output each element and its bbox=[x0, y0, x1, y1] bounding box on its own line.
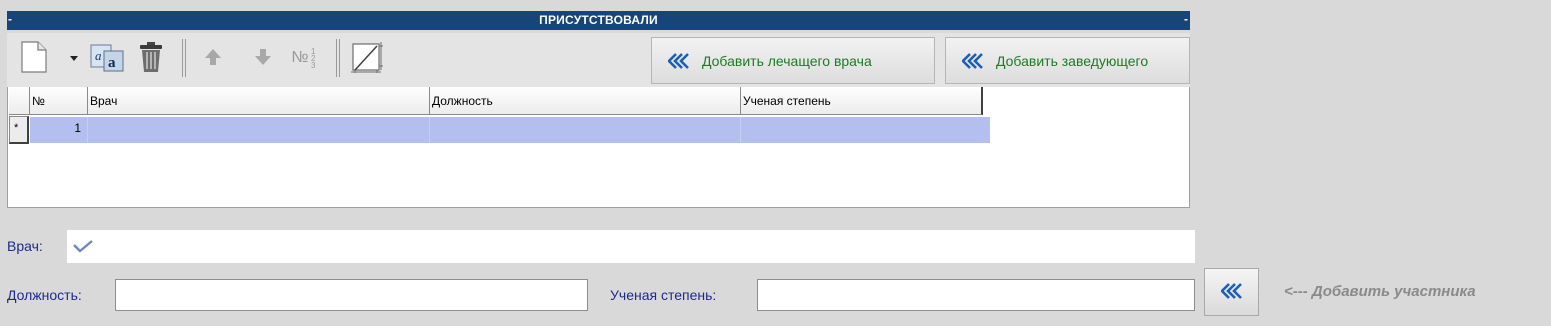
section-header: - ПРИСУТСТВОВАЛИ - bbox=[7, 11, 1190, 30]
column-header-label: Врач bbox=[90, 94, 118, 108]
column-header-label: № bbox=[32, 94, 45, 108]
new-record-button[interactable] bbox=[17, 40, 51, 76]
checkmark-icon bbox=[73, 239, 93, 256]
add-attending-doctor-label: Добавить лечащего врача bbox=[702, 52, 872, 69]
cell-number[interactable]: 1 bbox=[30, 117, 88, 143]
degree-input[interactable] bbox=[757, 279, 1195, 311]
row-marker[interactable]: * bbox=[9, 116, 29, 144]
svg-text:a: a bbox=[108, 55, 116, 71]
row-header-corner bbox=[9, 87, 30, 115]
double-chevron-left-icon bbox=[667, 52, 690, 69]
numbering-glyph: № bbox=[291, 49, 309, 66]
numbering-icon: № 1 2 3 bbox=[291, 45, 320, 71]
edit-frame-icon bbox=[351, 40, 383, 77]
degree-label: Ученая степень: bbox=[610, 287, 717, 303]
column-header-label: Ученая степень bbox=[743, 94, 831, 108]
svg-text:a: a bbox=[95, 48, 102, 63]
column-header-degree[interactable]: Ученая степень bbox=[741, 87, 983, 115]
cell-degree[interactable] bbox=[741, 117, 983, 143]
add-head-of-department-label: Добавить заведующего bbox=[996, 52, 1149, 69]
table-row[interactable]: 1 bbox=[30, 117, 990, 143]
participants-table: № Врач Должность Ученая степень * 1 bbox=[7, 87, 1190, 208]
cell-position[interactable] bbox=[430, 117, 741, 143]
column-header-doctor[interactable]: Врач bbox=[88, 87, 430, 115]
double-chevron-left-icon bbox=[1219, 282, 1243, 302]
column-header-label: Должность bbox=[432, 94, 493, 108]
dropdown-arrow-icon bbox=[69, 51, 79, 65]
delete-button[interactable] bbox=[135, 41, 167, 75]
trash-icon bbox=[138, 41, 164, 76]
move-down-button[interactable] bbox=[249, 41, 277, 75]
renumber-button[interactable]: № 1 2 3 bbox=[287, 41, 325, 75]
toolbar-separator bbox=[336, 39, 340, 77]
font-case-icon: a a bbox=[90, 42, 124, 75]
add-participant-hint: <--- Добавить участника bbox=[1284, 283, 1476, 300]
move-up-button[interactable] bbox=[199, 41, 227, 75]
arrow-up-icon bbox=[203, 47, 223, 70]
new-record-dropdown[interactable] bbox=[67, 41, 81, 75]
column-header-position[interactable]: Должность bbox=[430, 87, 741, 115]
add-head-of-department-button[interactable]: Добавить заведующего bbox=[945, 37, 1190, 84]
double-chevron-left-icon bbox=[961, 52, 984, 69]
add-participant-button[interactable] bbox=[1204, 268, 1259, 316]
svg-text:3: 3 bbox=[311, 61, 316, 70]
doctor-lookup-field[interactable] bbox=[67, 230, 1195, 263]
position-input[interactable] bbox=[115, 279, 588, 311]
collapse-marker-right[interactable]: - bbox=[1184, 12, 1188, 26]
position-label: Должность: bbox=[7, 287, 82, 303]
arrow-down-icon bbox=[253, 47, 273, 70]
edit-frame-button[interactable] bbox=[349, 41, 385, 75]
toolbar-separator bbox=[182, 39, 186, 77]
font-case-button[interactable]: a a bbox=[87, 41, 127, 75]
column-header-number[interactable]: № bbox=[30, 87, 88, 115]
toolbar: a a № 1 2 3 Добавить лечащего врача Доба… bbox=[7, 33, 1190, 87]
cell-doctor[interactable] bbox=[88, 117, 430, 143]
new-document-icon bbox=[21, 40, 47, 76]
section-title: ПРИСУТСТВОВАЛИ bbox=[539, 13, 658, 27]
new-row-marker: * bbox=[14, 122, 19, 134]
add-attending-doctor-button[interactable]: Добавить лечащего врача bbox=[651, 37, 935, 84]
doctor-label: Врач: bbox=[7, 238, 43, 254]
